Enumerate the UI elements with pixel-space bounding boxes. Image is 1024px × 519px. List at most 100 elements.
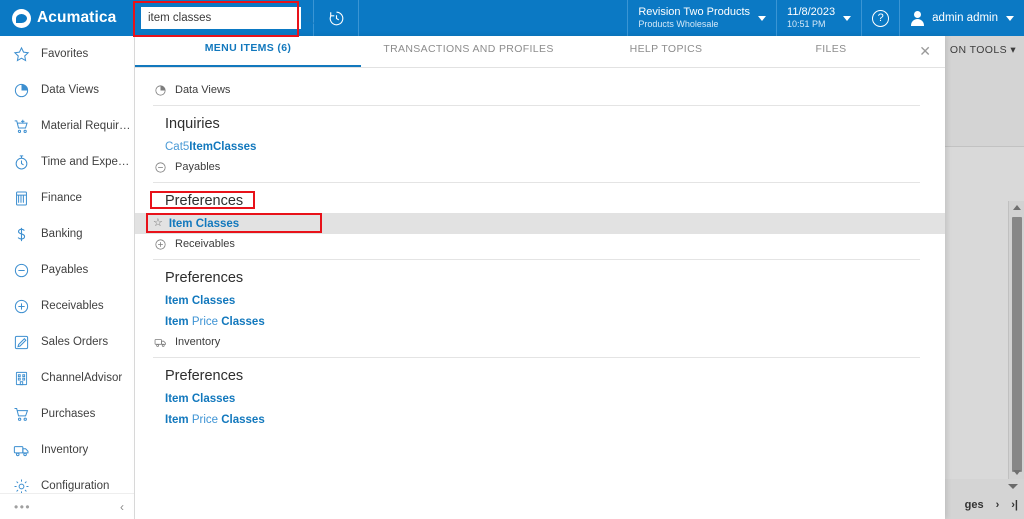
- cart-plus-icon: [12, 117, 30, 135]
- datetime-selector[interactable]: 11/8/2023 10:51 PM: [776, 0, 861, 36]
- tab-menu-items-label: MENU ITEMS (6): [204, 42, 292, 54]
- sidebar-item-label: Sales Orders: [41, 336, 109, 348]
- help-button[interactable]: ?: [861, 0, 899, 36]
- sidebar-collapse-icon[interactable]: ‹: [120, 501, 124, 513]
- brand-logo[interactable]: Acumatica: [0, 0, 135, 36]
- background-collapse-caret-icon[interactable]: [1008, 484, 1018, 489]
- result-link-row[interactable]: Item Classes: [135, 290, 945, 311]
- pagination-next-icon[interactable]: ›: [996, 499, 1000, 511]
- favorite-star-icon[interactable]: ☆: [153, 218, 163, 229]
- sidebar-item-label: Payables: [41, 264, 89, 276]
- pagination-last-icon[interactable]: ›|: [1011, 499, 1018, 511]
- shopping-cart-icon: [12, 405, 30, 423]
- result-group-name: Data Views: [175, 84, 231, 96]
- tab-transactions-and-profiles[interactable]: TRANSACTIONS AND PROFILES: [361, 35, 576, 67]
- sidebar-item-label: ChannelAdvisor: [41, 372, 123, 384]
- sidebar-item-label: Favorites: [41, 48, 89, 60]
- result-subsection-title: Inquiries: [165, 116, 220, 132]
- sidebar-item-banking[interactable]: Banking: [0, 216, 134, 252]
- chevron-down-icon: [758, 15, 767, 21]
- result-link[interactable]: Item Classes: [169, 218, 239, 230]
- top-header-bar: Acumatica Revision Two Produc: [0, 0, 1024, 36]
- result-subsection-title: Preferences: [165, 368, 244, 384]
- sidebar-item-label: Receivables: [41, 300, 104, 312]
- result-link[interactable]: Item Price Classes: [165, 414, 265, 426]
- plus-circle-icon: [153, 237, 167, 251]
- scroll-down-arrow-icon[interactable]: [1013, 470, 1021, 475]
- background-vertical-scrollbar[interactable]: [1008, 201, 1024, 479]
- truck-icon: [153, 335, 167, 349]
- left-sidebar: Favorites Data Views Material Requirem... T…: [0, 36, 135, 519]
- minus-circle-icon: [12, 261, 30, 279]
- pie-chart-icon: [12, 81, 30, 99]
- minus-circle-icon: [153, 160, 167, 174]
- user-avatar-icon: [910, 10, 925, 26]
- result-subsection-title: Preferences: [165, 193, 244, 209]
- sidebar-footer: ••• ‹: [0, 493, 134, 519]
- result-group-header: Payables: [135, 157, 945, 177]
- result-link[interactable]: Cat5ItemClasses: [165, 141, 256, 153]
- sidebar-item-label: Configuration: [41, 480, 110, 492]
- sidebar-nav-list: Favorites Data Views Material Requirem... T…: [0, 36, 134, 504]
- sidebar-item-material-requirem[interactable]: Material Requirem...: [0, 108, 134, 144]
- result-link[interactable]: Item Classes: [165, 393, 235, 405]
- sidebar-item-label: Time and Expenses: [41, 156, 134, 168]
- scroll-up-arrow-icon[interactable]: [1013, 205, 1021, 210]
- close-icon[interactable]: ✕: [919, 44, 931, 58]
- help-question-icon: ?: [872, 9, 890, 27]
- sidebar-item-payables[interactable]: Payables: [0, 252, 134, 288]
- stopwatch-icon: [12, 153, 30, 171]
- result-link[interactable]: Item Price Classes: [165, 316, 265, 328]
- recent-history-button[interactable]: [313, 0, 359, 36]
- calculator-icon: [12, 189, 30, 207]
- search-input[interactable]: [148, 12, 302, 24]
- tab-menu-items[interactable]: MENU ITEMS (6): [135, 35, 361, 67]
- sidebar-item-data-views[interactable]: Data Views: [0, 72, 134, 108]
- sidebar-item-finance[interactable]: Finance: [0, 180, 134, 216]
- tab-files-label: FILES: [815, 43, 847, 55]
- sidebar-item-label: Finance: [41, 192, 82, 204]
- pie-chart-icon: [153, 83, 167, 97]
- recent-history-icon: [329, 11, 343, 25]
- background-toolbar-text: ON TOOLS ▾: [949, 44, 1016, 56]
- acumatica-logo-icon: [12, 8, 31, 28]
- sidebar-item-sales-orders[interactable]: Sales Orders: [0, 324, 134, 360]
- user-menu[interactable]: admin admin: [899, 0, 1024, 36]
- plus-circle-icon: [12, 297, 30, 315]
- pagination-pages-label: ges: [964, 499, 984, 511]
- sidebar-item-channeladvisor[interactable]: ChannelAdvisor: [0, 360, 134, 396]
- result-link-row[interactable]: ☆ Item Classes: [135, 213, 945, 234]
- result-link-row[interactable]: Item Price Classes: [135, 409, 945, 430]
- pencil-square-icon: [12, 333, 30, 351]
- search-icon[interactable]: [302, 12, 315, 25]
- sidebar-item-favorites[interactable]: Favorites: [0, 36, 134, 72]
- sidebar-item-time-and-expenses[interactable]: Time and Expenses: [0, 144, 134, 180]
- global-search-box[interactable]: [141, 7, 314, 29]
- result-link-row[interactable]: Item Classes: [135, 388, 945, 409]
- user-name: admin admin: [932, 12, 998, 24]
- result-link-row[interactable]: Item Price Classes: [135, 311, 945, 332]
- result-link-row[interactable]: Cat5ItemClasses: [135, 136, 945, 157]
- tab-files[interactable]: FILES: [756, 35, 906, 67]
- sidebar-more-icon[interactable]: •••: [14, 501, 31, 513]
- background-pagination[interactable]: ges › ›|: [965, 499, 1018, 511]
- dollar-icon: [12, 225, 30, 243]
- result-group-name: Inventory: [175, 336, 221, 348]
- sidebar-item-purchases[interactable]: Purchases: [0, 396, 134, 432]
- tab-help-topics[interactable]: HELP TOPICS: [576, 35, 756, 67]
- sidebar-item-inventory[interactable]: Inventory: [0, 432, 134, 468]
- sidebar-item-receivables[interactable]: Receivables: [0, 288, 134, 324]
- scrollbar-thumb[interactable]: [1012, 217, 1022, 472]
- truck-icon: [12, 441, 30, 459]
- result-group-name: Payables: [175, 161, 221, 173]
- company-name: Revision Two Products: [638, 5, 751, 18]
- acumatica-app-window: ON TOOLS ▾ ges › ›| Acumatica item class…: [0, 0, 1024, 519]
- result-group-name: Receivables: [175, 238, 235, 250]
- result-group-header: Inventory: [135, 332, 945, 352]
- star-icon: [12, 45, 30, 63]
- building-icon: [12, 369, 30, 387]
- sidebar-item-label: Purchases: [41, 408, 96, 420]
- company-selector[interactable]: Revision Two Products Products Wholesale: [627, 0, 776, 36]
- result-link[interactable]: Item Classes: [165, 295, 235, 307]
- search-results-tabs: MENU ITEMS (6) TRANSACTIONS AND PROFILES…: [135, 36, 945, 68]
